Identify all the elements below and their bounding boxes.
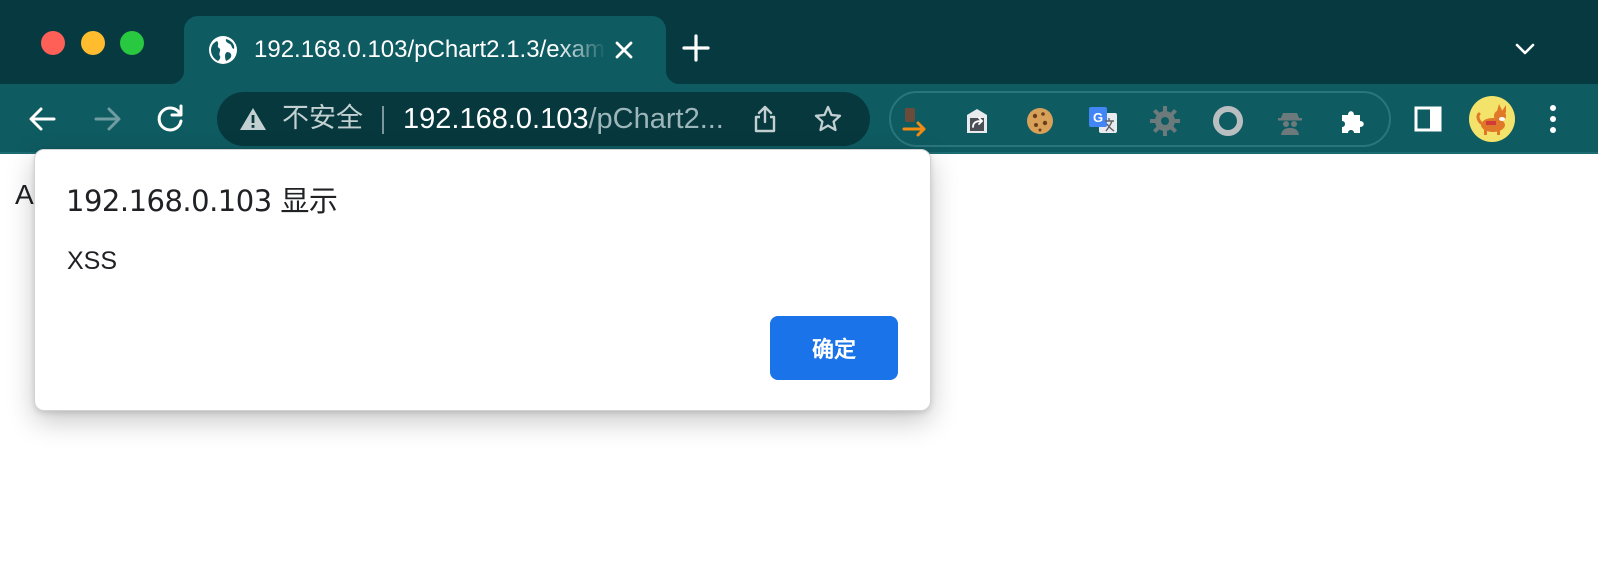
extensions-puzzle-icon[interactable]	[1337, 105, 1369, 137]
google-translate-icon[interactable]: G	[1087, 105, 1119, 137]
title-bar: 192.168.0.103/pChart2.1.3/exam	[0, 0, 1598, 84]
pinned-extension-icon[interactable]	[899, 105, 931, 137]
warning-icon[interactable]	[239, 106, 267, 132]
url-text[interactable]: 192.168.0.103/pChart2...	[403, 102, 724, 136]
window-maximize-button[interactable]	[120, 31, 144, 55]
circle-extension-icon[interactable]	[1212, 105, 1244, 137]
security-label[interactable]: 不安全	[282, 103, 363, 135]
url-host: 192.168.0.103	[403, 103, 589, 135]
window-minimize-button[interactable]	[81, 31, 105, 55]
side-panel-icon[interactable]	[1413, 104, 1443, 134]
cookie-icon[interactable]	[1024, 105, 1056, 137]
alert-dialog: 192.168.0.103 显示 XSS 确定	[34, 149, 931, 411]
reload-icon[interactable]	[151, 100, 189, 138]
close-icon[interactable]	[610, 36, 638, 64]
browser-toolbar: 不安全 192.168.0.103/pChart2... G	[0, 84, 1598, 154]
share-extension-icon[interactable]	[961, 105, 993, 137]
dialog-message: XSS	[67, 247, 118, 275]
bookmark-star-icon[interactable]	[813, 104, 843, 134]
window-close-button[interactable]	[41, 31, 65, 55]
kebab-menu-icon[interactable]	[1545, 103, 1561, 135]
address-bar[interactable]: 不安全 192.168.0.103/pChart2...	[217, 92, 870, 146]
active-tab[interactable]: 192.168.0.103/pChart2.1.3/exam	[170, 16, 680, 84]
url-path: /pChart2...	[588, 103, 724, 135]
incognito-agent-icon[interactable]	[1274, 105, 1306, 137]
profile-avatar[interactable]	[1469, 96, 1515, 142]
gear-extension-icon[interactable]	[1149, 105, 1181, 137]
share-icon[interactable]	[750, 104, 780, 134]
extensions-group: G	[889, 91, 1391, 147]
page-body-text: A	[15, 179, 34, 210]
globe-icon	[209, 36, 237, 64]
dialog-title: 192.168.0.103 显示	[66, 184, 338, 218]
chevron-down-icon[interactable]	[1512, 36, 1538, 62]
back-arrow-icon[interactable]	[24, 100, 62, 138]
omnibox-divider	[382, 106, 384, 134]
ok-button[interactable]: 确定	[770, 316, 898, 380]
corgi-avatar-icon	[1476, 104, 1506, 135]
forward-arrow-icon[interactable]	[88, 100, 126, 138]
svg-text:G: G	[1093, 110, 1103, 125]
new-tab-icon[interactable]	[681, 33, 711, 63]
tab-title: 192.168.0.103/pChart2.1.3/exam	[254, 36, 605, 63]
